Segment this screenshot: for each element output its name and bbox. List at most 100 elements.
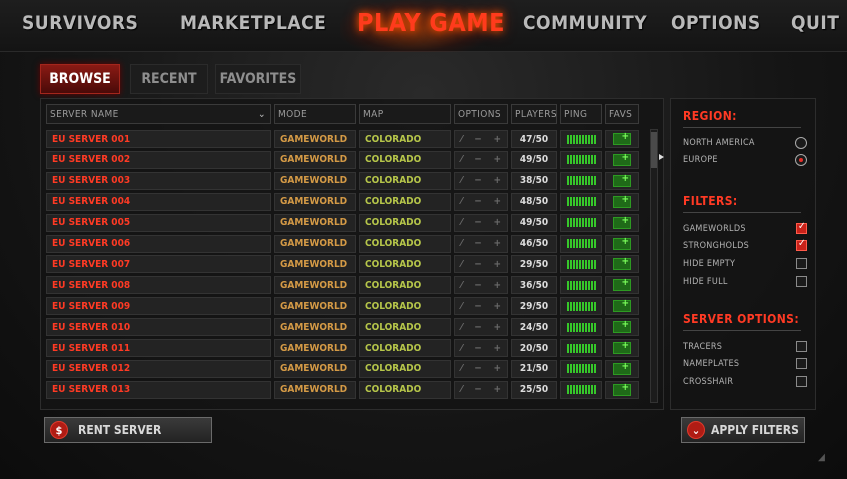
- checkbox-hide-full[interactable]: [796, 276, 807, 287]
- table-row[interactable]: EU SERVER 006 GAMEWORLD COLORADO ⁄ − +46/50: [46, 234, 640, 253]
- header-options[interactable]: OPTIONS: [454, 104, 508, 124]
- minus-icon: −: [474, 279, 482, 291]
- plus-icon: +: [493, 342, 502, 354]
- add-favorite-icon[interactable]: [613, 194, 631, 208]
- filter-strongholds[interactable]: STRONGHOLDS: [683, 238, 807, 254]
- region-europe[interactable]: EUROPE: [683, 152, 807, 168]
- scrollbar-thumb[interactable]: [651, 132, 657, 168]
- table-row[interactable]: EU SERVER 004 GAMEWORLD COLORADO ⁄ − +48/50: [46, 192, 640, 211]
- radio-north-america[interactable]: [795, 137, 807, 149]
- plus-icon: +: [493, 321, 502, 333]
- ping-cell: [560, 192, 602, 211]
- checkbox-hide-empty[interactable]: [796, 258, 807, 269]
- wrench-icon: ⁄: [460, 217, 463, 229]
- header-favs[interactable]: FAVS: [605, 104, 639, 124]
- header-map[interactable]: MAP: [359, 104, 451, 124]
- players-cell: 29/50: [511, 255, 557, 274]
- filter-label: HIDE FULL: [683, 277, 728, 287]
- options-cell: ⁄ − +: [454, 380, 508, 399]
- add-favorite-icon[interactable]: [613, 340, 631, 354]
- add-favorite-icon[interactable]: [613, 236, 631, 250]
- tab-browse[interactable]: BROWSE: [40, 64, 120, 94]
- header-mode[interactable]: MODE: [274, 104, 356, 124]
- ping-cell: [560, 234, 602, 253]
- filter-gameworlds[interactable]: GAMEWORLDS: [683, 221, 807, 237]
- table-row[interactable]: EU SERVER 009 GAMEWORLD COLORADO ⁄ − +29/50: [46, 297, 640, 316]
- add-favorite-icon[interactable]: [613, 131, 631, 145]
- table-row[interactable]: EU SERVER 013 GAMEWORLD COLORADO ⁄ − +25/50: [46, 380, 640, 399]
- add-favorite-icon[interactable]: [613, 152, 631, 166]
- rent-server-button[interactable]: $ RENT SERVER: [44, 417, 212, 443]
- apply-filters-button[interactable]: ⌄ APPLY FILTERS: [681, 417, 805, 443]
- filter-panel: REGION: NORTH AMERICA EUROPE FILTERS: GA…: [670, 98, 816, 410]
- tab-favorites[interactable]: FAVORITES: [215, 64, 301, 94]
- wrench-icon: ⁄: [460, 133, 463, 145]
- players-cell: 47/50: [511, 130, 557, 148]
- region-label: NORTH AMERICA: [683, 138, 755, 148]
- table-row[interactable]: EU SERVER 007 GAMEWORLD COLORADO ⁄ − +29/50: [46, 255, 640, 274]
- minus-icon: −: [474, 238, 482, 249]
- add-favorite-icon[interactable]: [613, 298, 631, 313]
- options-cell: ⁄ − +: [454, 318, 508, 337]
- table-row[interactable]: EU SERVER 001 GAMEWORLD COLORADO ⁄ − +47/50: [46, 130, 640, 148]
- checkbox-strongholds[interactable]: [796, 238, 807, 251]
- server-name-cell: EU SERVER 007: [46, 255, 271, 274]
- tab-recent[interactable]: RECENT: [130, 64, 208, 94]
- header-ping[interactable]: PING: [560, 104, 602, 124]
- favs-cell: [605, 255, 639, 274]
- ping-bars-icon: [566, 176, 596, 186]
- table-row[interactable]: EU SERVER 003 GAMEWORLD COLORADO ⁄ − +38/50: [46, 171, 640, 190]
- table-row[interactable]: EU SERVER 010 GAMEWORLD COLORADO ⁄ − +24/50: [46, 318, 640, 337]
- nav-marketplace[interactable]: MARKETPLACE: [180, 12, 326, 34]
- add-favorite-icon[interactable]: [613, 361, 631, 375]
- region-north-america[interactable]: NORTH AMERICA: [683, 135, 807, 151]
- option-tracers[interactable]: TRACERS: [683, 339, 807, 355]
- nav-survivors[interactable]: SURVIVORS: [22, 12, 138, 34]
- checkbox-tracers[interactable]: [796, 341, 807, 352]
- ping-cell: [560, 150, 602, 169]
- divider: [683, 127, 801, 128]
- options-cell: ⁄ − +: [454, 130, 508, 148]
- header-players[interactable]: PLAYERS: [511, 104, 557, 124]
- filters-title: FILTERS:: [683, 194, 738, 208]
- filter-hide-full[interactable]: HIDE FULL: [683, 274, 807, 290]
- players-cell: 48/50: [511, 192, 557, 211]
- nav-options[interactable]: OPTIONS: [671, 12, 761, 34]
- table-row[interactable]: EU SERVER 008 GAMEWORLD COLORADO ⁄ − +36/50: [46, 276, 640, 295]
- chevron-down-icon[interactable]: ⌄: [258, 109, 266, 120]
- table-row[interactable]: EU SERVER 002 GAMEWORLD COLORADO ⁄ − +49/50: [46, 150, 640, 169]
- nav-play-game[interactable]: PLAY GAME: [357, 8, 505, 37]
- players-cell: 24/50: [511, 318, 557, 337]
- table-row[interactable]: EU SERVER 011 GAMEWORLD COLORADO ⁄ − +20/50: [46, 339, 640, 357]
- nav-community[interactable]: COMMUNITY: [523, 12, 647, 34]
- header-server-name[interactable]: SERVER NAME ⌄: [46, 104, 271, 124]
- favs-cell: [605, 276, 639, 295]
- table-row[interactable]: EU SERVER 012 GAMEWORLD COLORADO ⁄ − +21/50: [46, 359, 640, 378]
- option-crosshair[interactable]: CROSSHAIR: [683, 374, 807, 390]
- option-nameplates[interactable]: NAMEPLATES: [683, 356, 807, 372]
- ping-cell: [560, 339, 602, 357]
- add-favorite-icon[interactable]: [613, 173, 631, 187]
- filter-hide-empty[interactable]: HIDE EMPTY: [683, 256, 807, 272]
- wrench-icon: ⁄: [460, 196, 463, 208]
- add-favorite-icon[interactable]: [613, 382, 631, 396]
- nav-quit[interactable]: QUIT: [791, 12, 839, 34]
- checkbox-nameplates[interactable]: [796, 358, 807, 369]
- add-favorite-icon[interactable]: [613, 215, 631, 229]
- radio-europe[interactable]: [795, 154, 807, 166]
- add-favorite-icon[interactable]: [613, 256, 631, 271]
- scrollbar[interactable]: [650, 129, 658, 403]
- add-favorite-icon[interactable]: [613, 319, 631, 334]
- plus-icon: +: [493, 154, 502, 166]
- wrench-icon: ⁄: [460, 238, 463, 249]
- map-cell: COLORADO: [359, 234, 451, 253]
- mode-cell: GAMEWORLD: [274, 318, 356, 337]
- add-favorite-icon[interactable]: [613, 277, 631, 292]
- server-list-panel: SERVER NAME ⌄ MODE MAP OPTIONS PLAYERS P…: [40, 98, 664, 410]
- minus-icon: −: [474, 217, 482, 229]
- table-row[interactable]: EU SERVER 005 GAMEWORLD COLORADO ⁄ − +49/50: [46, 213, 640, 232]
- resize-grip-icon[interactable]: ◢: [818, 452, 825, 463]
- wrench-icon: ⁄: [460, 321, 463, 333]
- checkbox-gameworlds[interactable]: [796, 221, 807, 234]
- checkbox-crosshair[interactable]: [796, 376, 807, 387]
